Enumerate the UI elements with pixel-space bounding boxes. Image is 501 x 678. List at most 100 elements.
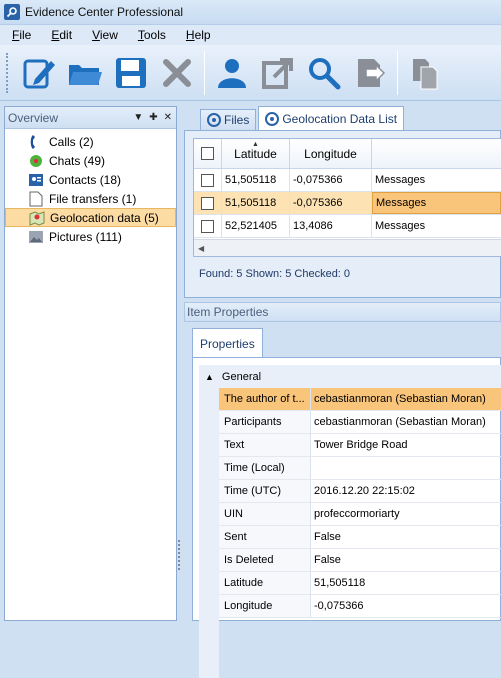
- geolocation-grid: ▲ Latitude Longitude 51,505118 -0,075366…: [193, 138, 501, 257]
- category-general[interactable]: ▲ General: [199, 365, 501, 388]
- cell-latitude: 51,505118: [222, 169, 290, 191]
- tree-item-pictures[interactable]: Pictures (111): [5, 227, 176, 246]
- collapse-icon[interactable]: ▲: [205, 372, 214, 382]
- select-all-checkbox[interactable]: [201, 147, 214, 160]
- row-checkbox[interactable]: [201, 173, 214, 187]
- window-title: Evidence Center Professional: [25, 5, 184, 19]
- user-icon: [218, 58, 246, 88]
- pin-icon[interactable]: ✚: [149, 112, 157, 123]
- toolbar: [0, 45, 501, 101]
- forward-icon: [358, 58, 386, 87]
- scroll-left-icon[interactable]: ◀: [198, 244, 204, 253]
- cell-source: Messages: [372, 192, 501, 214]
- save-button[interactable]: [108, 50, 154, 96]
- save-icon: [116, 57, 146, 88]
- property-row[interactable]: Time (UTC) 2016.12.20 22:15:02: [199, 480, 501, 503]
- toolbar-separator-2: [397, 50, 398, 95]
- edit-button[interactable]: [16, 50, 62, 96]
- property-row[interactable]: The author of t... cebastianmoran (Sebas…: [199, 388, 501, 411]
- user-button[interactable]: [209, 50, 255, 96]
- chat-icon: [28, 153, 44, 169]
- geolocation-list-area: ▲ Latitude Longitude 51,505118 -0,075366…: [184, 130, 501, 298]
- delete-icon: [163, 58, 191, 87]
- contact-card-icon: [28, 172, 44, 188]
- open-folder-icon: [69, 64, 102, 85]
- cell-longitude: -0,075366: [290, 192, 372, 214]
- search-button[interactable]: [301, 50, 347, 96]
- tree-item-geolocation[interactable]: Geolocation data (5): [5, 208, 176, 227]
- tree-item-file-transfers[interactable]: File transfers (1): [5, 189, 176, 208]
- row-checkbox[interactable]: [201, 219, 214, 233]
- item-properties-title: Item Properties: [187, 305, 269, 319]
- tree-item-chats[interactable]: Chats (49): [5, 151, 176, 170]
- phone-icon: [28, 134, 44, 150]
- overview-title: Overview: [8, 110, 59, 125]
- picture-icon: [28, 229, 44, 245]
- panel-splitter[interactable]: [178, 540, 182, 570]
- menu-bar: File Edit View Tools Help: [0, 25, 501, 45]
- overview-header: Overview ▼ ✚ ✕: [5, 107, 176, 129]
- cell-source: Messages: [375, 220, 426, 232]
- menu-view[interactable]: View: [82, 28, 128, 42]
- property-row[interactable]: Longitude -0,075366: [199, 595, 501, 618]
- column-longitude[interactable]: Longitude: [290, 139, 372, 168]
- table-row[interactable]: 52,521405 13,4086 Messages: [194, 215, 501, 238]
- edit-icon: [23, 59, 55, 88]
- copy-button[interactable]: [402, 50, 448, 96]
- copy-icon: [413, 58, 438, 89]
- dropdown-icon[interactable]: ▼: [133, 112, 143, 123]
- search-icon: [309, 57, 341, 89]
- property-row[interactable]: Is Deleted False: [199, 549, 501, 572]
- property-row[interactable]: Latitude 51,505118: [199, 572, 501, 595]
- cell-latitude: 51,505118: [222, 192, 290, 214]
- grid-header: ▲ Latitude Longitude: [194, 139, 501, 169]
- property-row[interactable]: Text Tower Bridge Road: [199, 434, 501, 457]
- cell-longitude: -0,075366: [290, 169, 372, 191]
- row-checkbox[interactable]: [201, 196, 214, 210]
- property-row[interactable]: Time (Local): [199, 457, 501, 480]
- tab-files[interactable]: Files: [200, 109, 257, 130]
- toolbar-separator: [204, 50, 205, 95]
- forward-button[interactable]: [347, 50, 393, 96]
- title-bar: Evidence Center Professional: [0, 0, 501, 25]
- toolbar-grip[interactable]: [6, 52, 10, 93]
- tab-properties[interactable]: Properties: [192, 328, 263, 358]
- close-icon[interactable]: ✕: [164, 112, 172, 123]
- cell-source: Messages: [375, 174, 426, 186]
- property-row[interactable]: UIN profeccormoriarty: [199, 503, 501, 526]
- overview-tree: Calls (2) Chats (49) Contacts (18) File …: [5, 129, 176, 246]
- export-icon: [262, 57, 293, 89]
- file-icon: [28, 191, 44, 207]
- menu-help[interactable]: Help: [176, 28, 221, 42]
- app-logo-icon: [4, 4, 20, 20]
- sort-ascending-icon: ▲: [252, 141, 259, 148]
- properties-grid: ▲ General The author of t... cebastianmo…: [192, 357, 501, 678]
- horizontal-scrollbar[interactable]: ◀: [194, 239, 501, 256]
- overview-panel: Overview ▼ ✚ ✕ Calls (2) Chats (49) Cont…: [4, 106, 177, 621]
- item-properties-panel: Properties ▲ General The author of t... …: [184, 322, 501, 678]
- property-row[interactable]: Sent False: [199, 526, 501, 549]
- tab-geolocation-icon: [265, 111, 280, 126]
- menu-tools[interactable]: Tools: [128, 28, 176, 42]
- column-latitude[interactable]: ▲ Latitude: [222, 139, 290, 168]
- tree-item-contacts[interactable]: Contacts (18): [5, 170, 176, 189]
- map-icon: [29, 210, 45, 226]
- item-properties-header: Item Properties: [184, 302, 501, 322]
- column-extra[interactable]: [372, 139, 501, 168]
- document-tabs: Files Geolocation Data List: [184, 106, 501, 130]
- export-button[interactable]: [255, 50, 301, 96]
- delete-button[interactable]: [154, 50, 200, 96]
- table-row-selected[interactable]: 51,505118 -0,075366 Messages: [194, 192, 501, 215]
- property-row[interactable]: Participants cebastianmoran (Sebastian M…: [199, 411, 501, 434]
- cell-latitude: 52,521405: [222, 215, 290, 237]
- menu-file[interactable]: File: [2, 28, 41, 42]
- header-select-all[interactable]: [194, 139, 222, 168]
- open-button[interactable]: [62, 50, 108, 96]
- grid-status: Found: 5 Shown: 5 Checked: 0: [199, 268, 351, 280]
- table-row[interactable]: 51,505118 -0,075366 Messages: [194, 169, 501, 192]
- tree-item-calls[interactable]: Calls (2): [5, 132, 176, 151]
- tab-geolocation-data-list[interactable]: Geolocation Data List: [258, 106, 405, 130]
- tab-files-icon: [207, 113, 221, 127]
- menu-edit[interactable]: Edit: [41, 28, 82, 42]
- cell-longitude: 13,4086: [290, 215, 372, 237]
